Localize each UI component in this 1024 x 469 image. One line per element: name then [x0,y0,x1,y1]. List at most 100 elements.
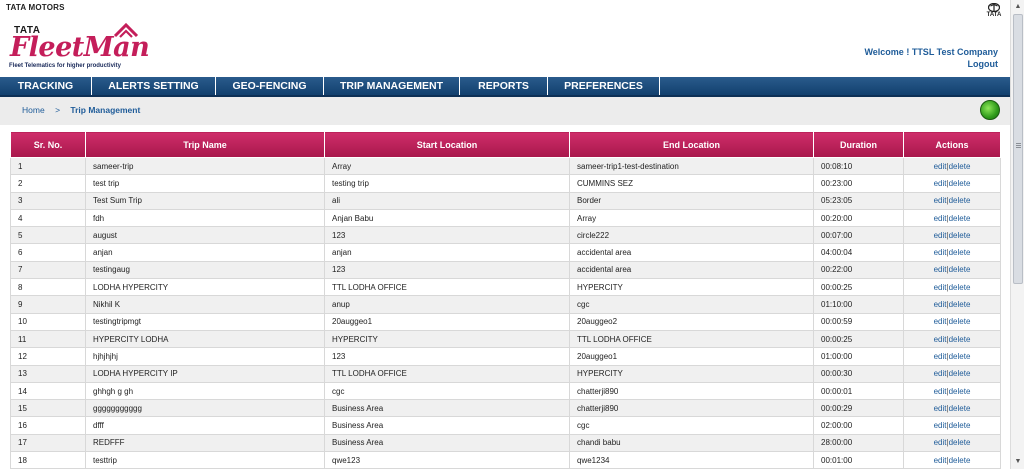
start-location-cell: Business Area [324,433,570,453]
trip-name-cell: testingtripmgt [85,312,325,331]
start-location-cell: 123 [324,260,570,280]
start-location-cell: HYPERCITY [324,329,570,349]
sr-no-cell: 17 [10,433,86,453]
sr-no-cell: 1 [10,156,86,176]
sr-no-cell: 4 [10,208,86,228]
breadcrumb-separator: > [55,105,61,115]
delete-link[interactable]: delete [949,179,971,188]
edit-link[interactable]: edit [934,335,947,344]
edit-link[interactable]: edit [934,162,947,171]
duration-cell: 02:00:00 [813,416,904,435]
nav-tracking[interactable]: TRACKING [0,77,92,95]
edit-link[interactable]: edit [934,387,947,396]
actions-cell: edit|delete [903,329,1001,349]
delete-link[interactable]: delete [949,404,971,413]
table-header-row: Sr. No. Trip Name Start Location End Loc… [10,131,1001,158]
edit-link[interactable]: edit [934,179,947,188]
delete-link[interactable]: delete [949,352,971,361]
actions-cell: edit|delete [903,381,1001,401]
delete-link[interactable]: delete [949,456,971,465]
delete-link[interactable]: delete [949,265,971,274]
end-location-cell: Border [569,191,814,210]
trip-name-cell: ghhgh g gh [85,381,325,401]
end-location-cell: cgc [569,416,814,435]
scrollbar-thumb[interactable] [1013,14,1023,284]
delete-link[interactable]: delete [949,438,971,447]
table-row: 5 august 123 circle222 00:07:00 edit|delete [10,226,1001,245]
sr-no-cell: 5 [10,226,86,245]
edit-link[interactable]: edit [934,352,947,361]
welcome-text: Welcome ! TTSL Test Company [864,47,998,57]
delete-link[interactable]: delete [949,335,971,344]
breadcrumb: Home > Trip Management [22,105,140,115]
start-location-cell: Anjan Babu [324,208,570,228]
delete-link[interactable]: delete [949,162,971,171]
delete-link[interactable]: delete [949,387,971,396]
actions-cell: edit|delete [903,260,1001,280]
edit-link[interactable]: edit [934,265,947,274]
edit-link[interactable]: edit [934,214,947,223]
edit-link[interactable]: edit [934,404,947,413]
trip-name-cell: dfff [85,416,325,435]
sr-no-cell: 8 [10,278,86,297]
duration-cell: 00:20:00 [813,208,904,228]
nav-geo-fencing[interactable]: GEO-FENCING [216,77,324,95]
edit-link[interactable]: edit [934,369,947,378]
start-location-cell: 20auggeo1 [324,312,570,331]
duration-cell: 28:00:00 [813,433,904,453]
duration-cell: 00:01:00 [813,451,904,469]
sr-no-cell: 9 [10,295,86,314]
end-location-cell: TTL LODHA OFFICE [569,329,814,349]
end-location-cell: accidental area [569,243,814,262]
delete-link[interactable]: delete [949,369,971,378]
delete-link[interactable]: delete [949,300,971,309]
edit-link[interactable]: edit [934,283,947,292]
breadcrumb-home[interactable]: Home [22,105,45,115]
duration-cell: 00:00:25 [813,329,904,349]
edit-link[interactable]: edit [934,421,947,430]
actions-cell: edit|delete [903,191,1001,210]
nav-trip-management[interactable]: TRIP MANAGEMENT [324,77,460,95]
sr-no-cell: 12 [10,347,86,366]
edit-link[interactable]: edit [934,231,947,240]
delete-link[interactable]: delete [949,283,971,292]
nav-preferences[interactable]: PREFERENCES [548,77,660,95]
scroll-up-arrow-icon[interactable]: ▲ [1013,2,1023,12]
trip-name-cell: fdh [85,208,325,228]
actions-cell: edit|delete [903,364,1001,383]
fleetman-logo[interactable]: TATA FleetMan Fleet Telematics for highe… [8,22,150,74]
delete-link[interactable]: delete [949,317,971,326]
column-header-duration: Duration [813,131,904,158]
nav-alerts-setting[interactable]: ALERTS SETTING [92,77,216,95]
trip-name-cell: REDFFF [85,433,325,453]
edit-link[interactable]: edit [934,300,947,309]
scroll-down-arrow-icon[interactable]: ▼ [1013,457,1023,467]
table-row: 13 LODHA HYPERCITY IP TTL LODHA OFFICE HYPE… [10,364,1001,383]
edit-link[interactable]: edit [934,317,947,326]
table-row: 10 testingtripmgt 20auggeo1 20auggeo2 00:00:… [10,312,1001,331]
delete-link[interactable]: delete [949,231,971,240]
delete-link[interactable]: delete [949,214,971,223]
delete-link[interactable]: delete [949,421,971,430]
table-row: 3 Test Sum Trip ali Border 05:23:05 edit|dele… [10,191,1001,210]
status-indicator-icon[interactable] [980,100,1000,120]
duration-cell: 00:00:25 [813,278,904,297]
main-nav: TRACKING ALERTS SETTING GEO-FENCING TRIP… [0,77,1010,97]
edit-link[interactable]: edit [934,196,947,205]
duration-cell: 00:07:00 [813,226,904,245]
actions-cell: edit|delete [903,433,1001,453]
sr-no-cell: 10 [10,312,86,331]
logout-link[interactable]: Logout [968,59,999,69]
actions-cell: edit|delete [903,278,1001,297]
edit-link[interactable]: edit [934,438,947,447]
edit-link[interactable]: edit [934,456,947,465]
table-row: 12 hjhjhjhj 123 20auggeo1 01:00:00 edit|delet… [10,347,1001,366]
sr-no-cell: 15 [10,399,86,418]
trip-name-cell: LODHA HYPERCITY [85,278,325,297]
vertical-scrollbar[interactable]: ▲ ▼ [1010,0,1024,469]
edit-link[interactable]: edit [934,248,947,257]
delete-link[interactable]: delete [949,248,971,257]
sr-no-cell: 6 [10,243,86,262]
delete-link[interactable]: delete [949,196,971,205]
nav-reports[interactable]: REPORTS [460,77,548,95]
